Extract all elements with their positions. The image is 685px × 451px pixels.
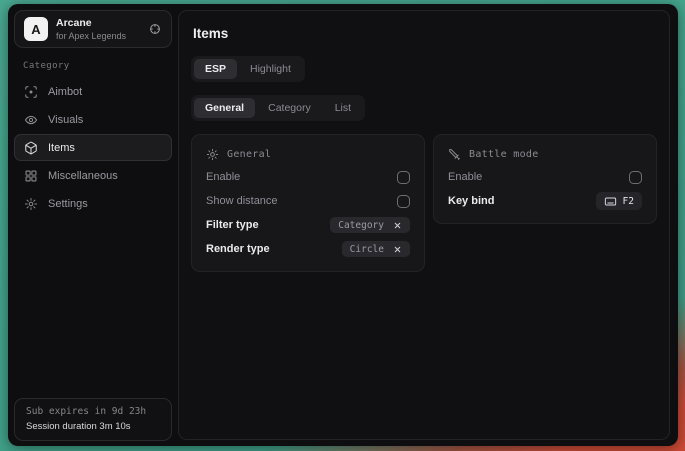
sidebar: A Arcane for Apex Legends Category [8, 4, 178, 446]
mode-tab-row: ESP Highlight [191, 56, 657, 82]
settings-cards: General Enable Show distance Filter type [191, 134, 657, 272]
tab-category[interactable]: Category [257, 98, 322, 118]
target-icon[interactable] [148, 22, 162, 36]
sword-icon [448, 148, 461, 161]
sidebar-item-items[interactable]: Items [14, 134, 172, 161]
setting-row-show-distance: Show distance [206, 189, 410, 213]
items-panel: Items ESP Highlight General Category Lis… [178, 10, 670, 440]
setting-row-filter-type: Filter type Category [206, 213, 410, 237]
setting-label: Filter type [206, 219, 259, 231]
sidebar-category-label: Category [23, 61, 172, 71]
key-bind-button[interactable]: F2 [596, 192, 642, 210]
session-duration-text: Session duration 3m 10s [26, 421, 160, 432]
app-subtitle: for Apex Legends [56, 31, 140, 41]
mode-tab-group: ESP Highlight [191, 56, 305, 82]
sidebar-item-label: Aimbot [48, 86, 82, 98]
filter-type-value: Category [338, 220, 384, 231]
tab-list[interactable]: List [324, 98, 362, 118]
sidebar-item-label: Items [48, 142, 75, 154]
battle-mode-card: Battle mode Enable Key bind [433, 134, 657, 224]
sidebar-item-settings[interactable]: Settings [14, 190, 172, 217]
battle-mode-card-title: Battle mode [469, 149, 539, 160]
general-card-title: General [227, 149, 271, 160]
page-title: Items [193, 26, 657, 41]
sidebar-item-miscellaneous[interactable]: Miscellaneous [14, 162, 172, 189]
grid-icon [24, 169, 38, 183]
clear-icon[interactable] [393, 221, 402, 230]
app-logo: A [24, 17, 48, 41]
setting-row-key-bind: Key bind F2 [448, 189, 642, 213]
app-titles: Arcane for Apex Legends [56, 17, 140, 41]
sub-expires-text: Sub expires in 9d 23h [26, 406, 160, 417]
setting-label: Enable [448, 171, 482, 183]
gear-icon [24, 197, 38, 211]
battle-mode-card-header: Battle mode [448, 143, 642, 165]
general-card-header: General [206, 143, 410, 165]
app-name: Arcane [56, 17, 140, 29]
clear-icon[interactable] [393, 245, 402, 254]
sidebar-item-label: Settings [48, 198, 88, 210]
setting-row-battle-enable: Enable [448, 165, 642, 189]
sidebar-header: A Arcane for Apex Legends [14, 10, 172, 48]
arcane-window: A Arcane for Apex Legends Category [8, 4, 678, 446]
render-type-select[interactable]: Circle [342, 241, 410, 257]
sidebar-item-label: Miscellaneous [48, 170, 118, 182]
package-icon [24, 141, 38, 155]
crosshair-scan-icon [24, 85, 38, 99]
key-bind-value: F2 [623, 196, 634, 207]
general-card: General Enable Show distance Filter type [191, 134, 425, 272]
enable-checkbox[interactable] [397, 171, 410, 184]
view-tab-row: General Category List [191, 95, 657, 121]
main-area: Items ESP Highlight General Category Lis… [178, 4, 678, 446]
setting-label: Key bind [448, 195, 494, 207]
sun-icon [206, 148, 219, 161]
session-card: Sub expires in 9d 23h Session duration 3… [14, 398, 172, 441]
setting-label: Render type [206, 243, 270, 255]
view-tab-group: General Category List [191, 95, 365, 121]
show-distance-checkbox[interactable] [397, 195, 410, 208]
setting-row-render-type: Render type Circle [206, 237, 410, 261]
keyboard-icon [604, 195, 617, 208]
setting-label: Enable [206, 171, 240, 183]
setting-label: Show distance [206, 195, 278, 207]
sidebar-item-visuals[interactable]: Visuals [14, 106, 172, 133]
filter-type-select[interactable]: Category [330, 217, 410, 233]
battle-enable-checkbox[interactable] [629, 171, 642, 184]
eye-icon [24, 113, 38, 127]
tab-general[interactable]: General [194, 98, 255, 118]
sidebar-item-label: Visuals [48, 114, 83, 126]
tab-highlight[interactable]: Highlight [239, 59, 302, 79]
tab-esp[interactable]: ESP [194, 59, 237, 79]
setting-row-enable: Enable [206, 165, 410, 189]
sidebar-item-aimbot[interactable]: Aimbot [14, 78, 172, 105]
desktop-background: A Arcane for Apex Legends Category [0, 0, 685, 451]
render-type-value: Circle [350, 244, 384, 255]
